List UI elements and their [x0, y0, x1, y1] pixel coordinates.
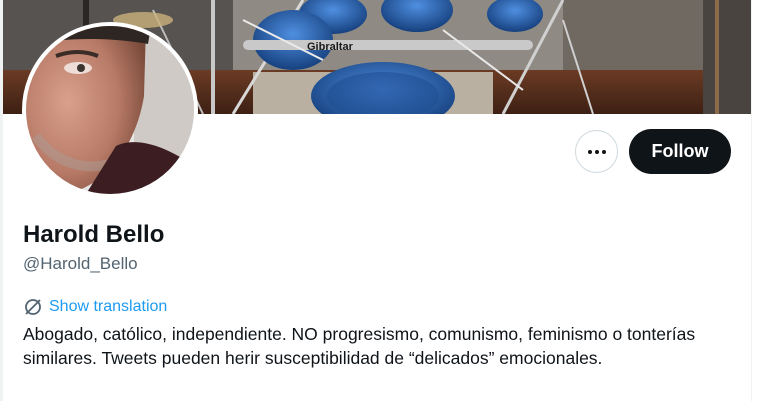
show-translation-link[interactable]: Show translation: [23, 297, 167, 317]
show-translation-label[interactable]: Show translation: [49, 297, 167, 317]
more-options-button[interactable]: [575, 130, 618, 173]
profile-avatar[interactable]: [22, 22, 198, 198]
translate-icon: [23, 297, 43, 317]
right-rail: [751, 0, 765, 401]
profile-handle: @Harold_Bello: [23, 254, 138, 273]
follow-button[interactable]: Follow: [629, 129, 731, 174]
profile-page: Gibraltar Follow Harold Bello @Harold_Be…: [0, 0, 765, 401]
more-horizontal-icon: [587, 149, 606, 154]
banner-kit-brand: Gibraltar: [307, 41, 354, 53]
profile-display-name: Harold Bello: [23, 221, 165, 248]
profile-bio: Abogado, católico, independiente. NO pro…: [23, 324, 696, 368]
avatar-image: [26, 26, 194, 194]
